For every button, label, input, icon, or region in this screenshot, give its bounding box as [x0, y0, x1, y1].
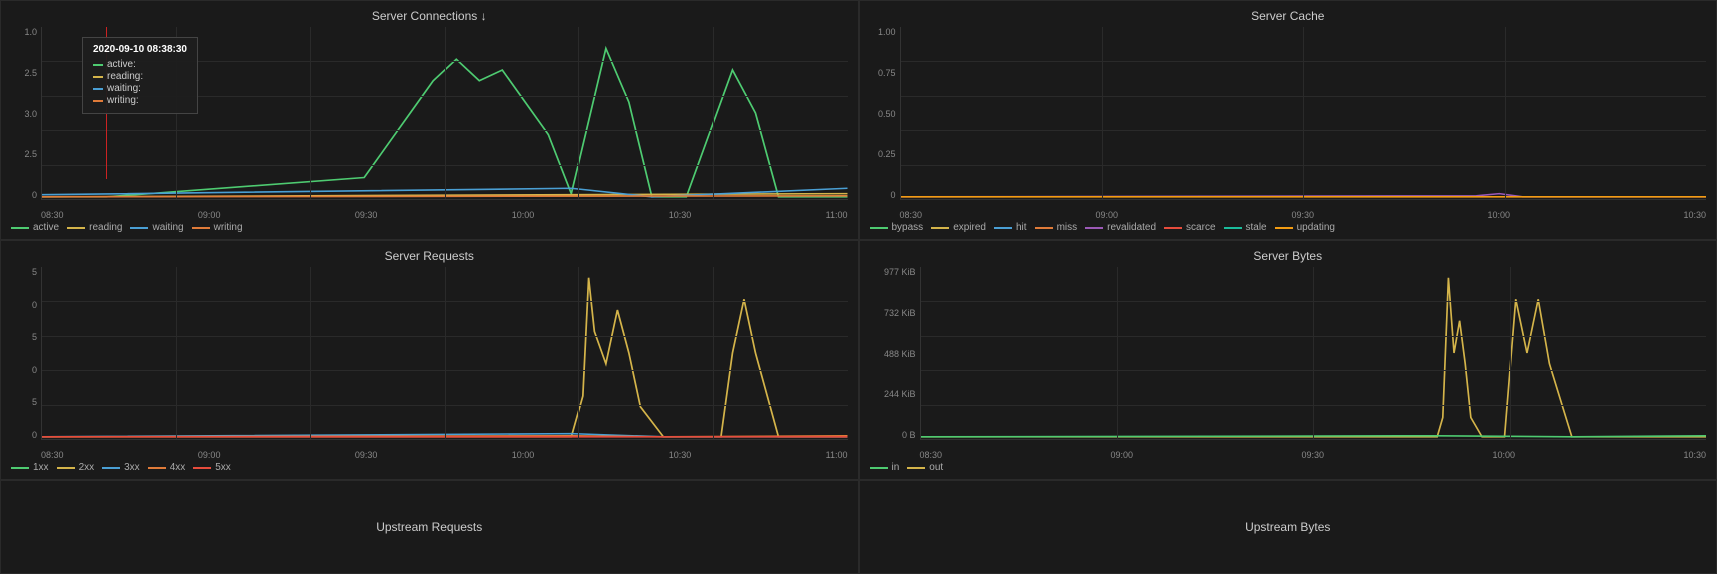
server-bytes-grid: [920, 267, 1707, 440]
dashboard: Server Connections ↓ 1.0 2.5 3.0 2.5 0: [0, 0, 1717, 574]
server-requests-panel: Server Requests 5 0 5 0 5 0: [0, 240, 859, 480]
legend-bypass: bypass: [870, 222, 924, 233]
cache-x-axis: 08:30 09:00 09:30 10:00 10:30: [900, 210, 1707, 220]
server-requests-chart[interactable]: 5 0 5 0 5 0: [11, 267, 848, 460]
tooltip-writing: writing:: [93, 95, 187, 106]
server-connections-y-axis: 1.0 2.5 3.0 2.5 0: [11, 27, 41, 200]
legend-3xx: 3xx: [102, 462, 140, 473]
legend-stale: stale: [1224, 222, 1267, 233]
legend-1xx: 1xx: [11, 462, 49, 473]
upstream-bytes-panel: Upstream Bytes: [859, 480, 1717, 574]
upstream-requests-panel: Upstream Requests: [0, 480, 859, 574]
legend-updating: updating: [1275, 222, 1335, 233]
server-requests-title: Server Requests: [11, 249, 848, 263]
connections-legend: active reading waiting writing: [11, 220, 848, 235]
connections-tooltip: 2020-09-10 08:38:30 active: reading: wai…: [82, 37, 198, 114]
legend-scarce: scarce: [1164, 222, 1215, 233]
requests-x-axis: 08:30 09:00 09:30 10:00 10:30 11:00: [41, 450, 848, 460]
server-connections-title: Server Connections ↓: [11, 9, 848, 23]
legend-in: in: [870, 462, 900, 473]
legend-expired: expired: [931, 222, 986, 233]
upstream-bytes-title: Upstream Bytes: [1245, 520, 1330, 534]
server-bytes-y-axis: 977 KiB 732 KiB 488 KiB 244 KiB 0 B: [870, 267, 920, 440]
requests-legend: 1xx 2xx 3xx 4xx 5xx: [11, 460, 848, 475]
legend-active: active: [11, 222, 59, 233]
server-bytes-title: Server Bytes: [870, 249, 1707, 263]
server-cache-panel: Server Cache 1.00 0.75 0.50 0.25 0: [859, 0, 1717, 240]
server-connections-panel: Server Connections ↓ 1.0 2.5 3.0 2.5 0: [0, 0, 859, 240]
legend-5xx: 5xx: [193, 462, 231, 473]
server-requests-y-axis: 5 0 5 0 5 0: [11, 267, 41, 440]
server-bytes-panel: Server Bytes 977 KiB 732 KiB 488 KiB 244…: [859, 240, 1717, 480]
server-cache-chart[interactable]: 1.00 0.75 0.50 0.25 0: [870, 27, 1707, 220]
tooltip-reading: reading:: [93, 71, 187, 82]
legend-writing: writing: [192, 222, 243, 233]
tooltip-active: active:: [93, 59, 187, 70]
legend-revalidated: revalidated: [1085, 222, 1156, 233]
server-cache-title: Server Cache: [870, 9, 1707, 23]
server-connections-chart[interactable]: 1.0 2.5 3.0 2.5 0: [11, 27, 848, 220]
legend-hit: hit: [994, 222, 1027, 233]
upstream-requests-title: Upstream Requests: [376, 520, 482, 534]
legend-out: out: [907, 462, 943, 473]
bytes-x-axis: 08:30 09:00 09:30 10:00 10:30: [920, 450, 1707, 460]
cache-legend: bypass expired hit miss revalidated scar…: [870, 220, 1707, 235]
legend-2xx: 2xx: [57, 462, 95, 473]
legend-4xx: 4xx: [148, 462, 186, 473]
legend-reading: reading: [67, 222, 122, 233]
server-bytes-chart[interactable]: 977 KiB 732 KiB 488 KiB 244 KiB 0 B: [870, 267, 1707, 460]
server-requests-grid: [41, 267, 848, 440]
bytes-legend: in out: [870, 460, 1707, 475]
legend-waiting: waiting: [130, 222, 183, 233]
legend-miss: miss: [1035, 222, 1078, 233]
server-cache-grid: [900, 27, 1707, 200]
server-connections-grid: 2020-09-10 08:38:30 active: reading: wai…: [41, 27, 848, 200]
connections-x-axis: 08:30 09:00 09:30 10:00 10:30 11:00: [41, 210, 848, 220]
server-cache-y-axis: 1.00 0.75 0.50 0.25 0: [870, 27, 900, 200]
tooltip-waiting: waiting:: [93, 83, 187, 94]
tooltip-date: 2020-09-10 08:38:30: [93, 44, 187, 55]
